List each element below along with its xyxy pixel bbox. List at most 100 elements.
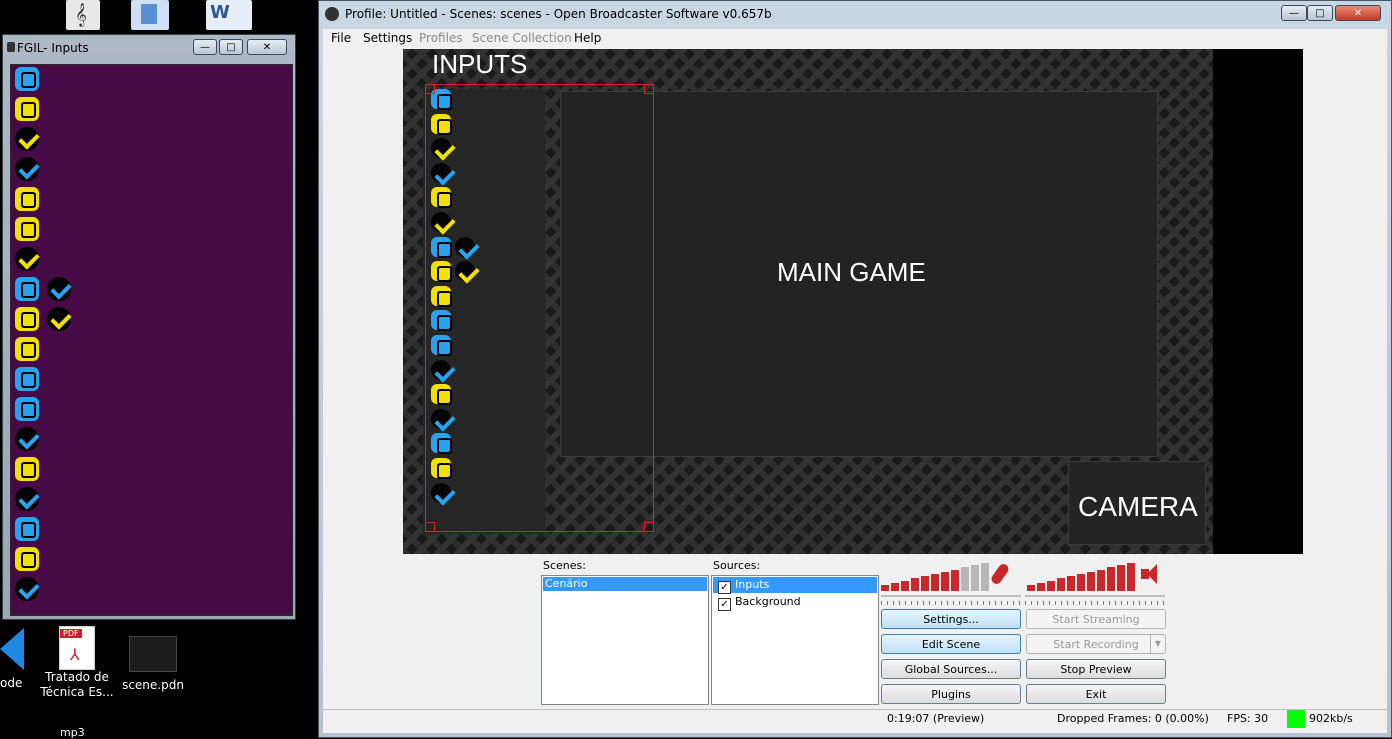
scene-item[interactable]: Cenário <box>543 577 707 591</box>
punch-medium-icon <box>15 217 39 241</box>
selection-box[interactable] <box>425 84 654 532</box>
maximize-button[interactable]: □ <box>219 39 243 55</box>
resize-handle[interactable] <box>425 522 435 532</box>
desktop-icon-pdf[interactable]: PDF ⅄ Tratado de Técnica Es... <box>40 626 114 708</box>
desktop-icon-vscode[interactable]: ode <box>0 628 28 692</box>
speaker-icon[interactable] <box>1141 563 1165 587</box>
desktop-icon-document[interactable] <box>131 0 169 30</box>
meter-segment <box>971 565 979 591</box>
chevron-left-icon <box>0 628 24 670</box>
minimize-button[interactable]: — <box>193 39 217 55</box>
kick-medium-icon <box>15 127 39 151</box>
meter-segment <box>931 574 939 591</box>
inputs-label: INPUTS <box>432 49 528 79</box>
chevron-down-icon[interactable]: ▼ <box>1150 635 1165 653</box>
sources-label: Sources: <box>713 559 761 572</box>
desktop-icon-mp3[interactable]: mp3 <box>54 727 94 738</box>
punch-medium-icon <box>15 187 39 211</box>
checkbox-checked-icon[interactable]: ✓ <box>718 598 731 611</box>
pdf-icon: PDF ⅄ <box>59 626 95 670</box>
kick-light-icon <box>15 157 39 181</box>
maximize-button[interactable]: □ <box>1307 5 1333 21</box>
resize-handle[interactable] <box>644 84 654 94</box>
mic-volume-slider[interactable] <box>881 595 1021 605</box>
meter-segment <box>951 569 959 591</box>
desktop-icon-music[interactable]: 𝄞 <box>66 0 100 30</box>
meter-segment <box>1047 580 1055 591</box>
kick-light-icon <box>15 487 39 511</box>
window-title: Profile: Untitled - Scenes: scenes - Ope… <box>345 7 772 21</box>
minimize-button[interactable]: — <box>1281 5 1307 21</box>
meter-segment <box>1067 576 1075 591</box>
music-note-icon: 𝄞 <box>75 2 87 26</box>
plugins-button[interactable]: Plugins <box>881 684 1021 704</box>
camera-label: CAMERA <box>1078 491 1198 522</box>
kick-medium-icon <box>15 247 39 271</box>
meter-segment <box>1077 574 1085 591</box>
main-game-label: MAIN GAME <box>777 257 926 287</box>
menu-help[interactable]: Help <box>574 31 601 45</box>
word-icon: W <box>210 2 230 23</box>
scenes-list[interactable]: Cenário <box>541 575 709 705</box>
meter-segment <box>941 571 949 591</box>
settings-button[interactable]: Settings... <box>881 609 1021 629</box>
obs-logo-icon <box>325 7 339 21</box>
preview-canvas[interactable]: INPUTS MAIN GAME CAMERA <box>403 49 1303 554</box>
resize-handle[interactable] <box>425 84 435 94</box>
microphone-icon[interactable] <box>989 562 1011 586</box>
punch-light-icon <box>15 367 39 391</box>
meter-segment <box>921 576 929 591</box>
desktop-icon-word[interactable]: W <box>206 0 252 30</box>
punch-medium-icon <box>15 457 39 481</box>
desktop-volume-slider[interactable] <box>1025 595 1165 605</box>
checkbox-checked-icon[interactable]: ✓ <box>718 581 731 594</box>
status-fps: FPS: 30 <box>1227 712 1269 725</box>
punch-medium-icon <box>15 307 39 331</box>
desktop-volume-meter <box>1027 559 1139 591</box>
fgil-inputs-window: FGIL- Inputs — □ ✕ <box>2 34 296 620</box>
menu-profiles[interactable]: Profiles <box>419 31 463 45</box>
window-icon <box>7 42 15 52</box>
meter-segment <box>891 582 899 591</box>
meter-segment <box>901 580 909 591</box>
meter-segment <box>981 563 989 591</box>
start-recording-button[interactable]: Start Recording ▼ <box>1026 634 1166 654</box>
desktop-icon-scene-pdn[interactable]: scene.pdn <box>118 636 188 696</box>
image-file-icon <box>129 636 177 672</box>
close-button[interactable]: ✕ <box>1335 5 1381 21</box>
kick-light-icon <box>15 427 39 451</box>
desktop-icon-label: Técnica Es... <box>40 685 114 699</box>
punch-medium-icon <box>15 97 39 121</box>
source-item-background[interactable]: ✓ Background <box>713 594 877 611</box>
menu-file[interactable]: File <box>331 31 351 45</box>
global-sources-button[interactable]: Global Sources... <box>881 659 1021 679</box>
meter-segment <box>881 585 889 591</box>
punch-light-icon <box>15 67 39 91</box>
stop-preview-button[interactable]: Stop Preview <box>1026 659 1166 679</box>
preview-right-black <box>1213 49 1303 554</box>
mic-volume-meter <box>881 559 989 591</box>
desktop-icon-label: ode <box>0 676 23 690</box>
sources-list[interactable]: ✓ Inputs ✓ Background <box>711 575 879 705</box>
start-streaming-button[interactable]: Start Streaming <box>1026 609 1166 629</box>
document-icon <box>141 4 157 24</box>
close-button[interactable]: ✕ <box>247 39 287 55</box>
menu-settings[interactable]: Settings <box>363 31 412 45</box>
kick-light-icon <box>15 577 39 601</box>
exit-button[interactable]: Exit <box>1026 684 1166 704</box>
status-dropped-frames: Dropped Frames: 0 (0.00%) <box>1057 712 1209 725</box>
desktop-icon-label: Tratado de <box>45 670 109 684</box>
punch-medium-icon <box>15 547 39 571</box>
menu-scene-collection[interactable]: Scene Collection <box>472 31 572 45</box>
obs-window: Profile: Untitled - Scenes: scenes - Ope… <box>318 0 1392 738</box>
meter-segment <box>1107 567 1115 591</box>
edit-scene-button[interactable]: Edit Scene <box>881 634 1021 654</box>
meter-segment <box>911 578 919 591</box>
resize-handle[interactable] <box>644 522 654 532</box>
status-time: 0:19:07 (Preview) <box>887 712 985 725</box>
source-item-inputs[interactable]: ✓ Inputs <box>713 577 877 594</box>
meter-segment <box>1037 582 1045 591</box>
scenes-label: Scenes: <box>543 559 586 572</box>
meter-segment <box>1117 565 1125 591</box>
kick-medium-icon <box>47 307 71 331</box>
